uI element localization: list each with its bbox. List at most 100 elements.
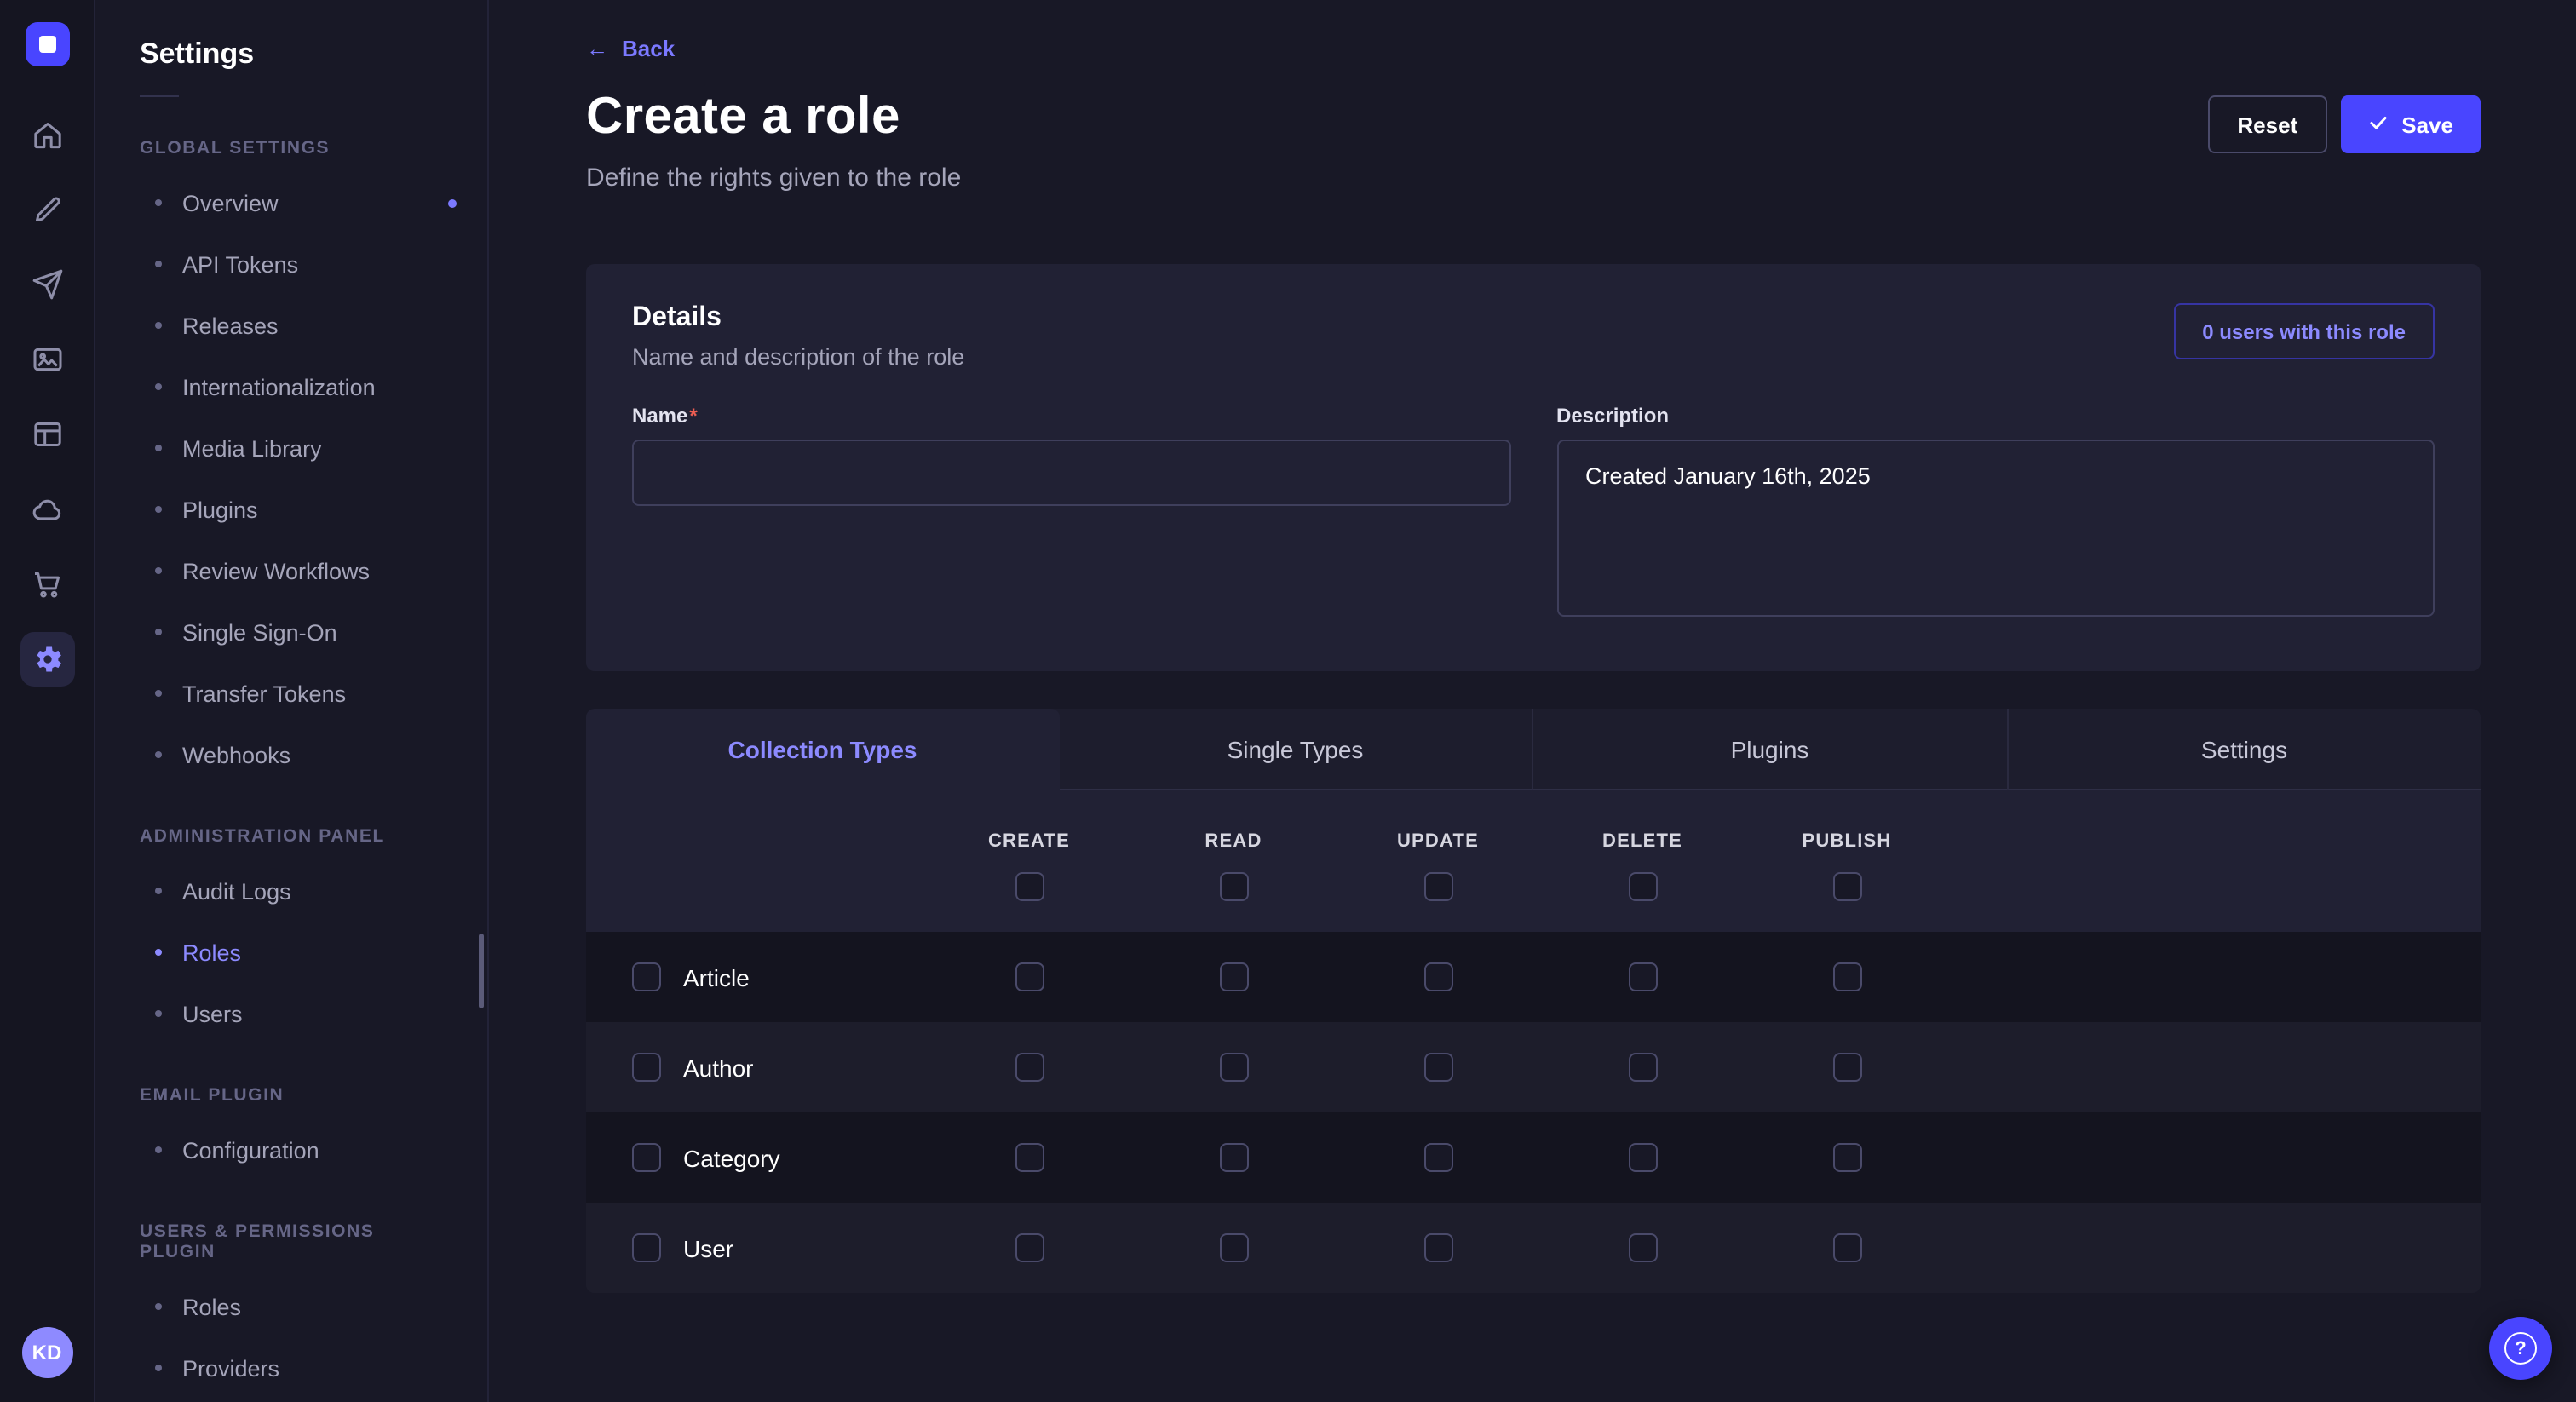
permission-checkbox[interactable] (1628, 962, 1657, 991)
permission-checkbox[interactable] (1219, 962, 1248, 991)
permission-checkbox[interactable] (1832, 1233, 1861, 1262)
bullet-icon (155, 1365, 162, 1371)
sidebar-item-api-tokens[interactable]: API Tokens (95, 233, 487, 295)
deploy-nav-button[interactable] (20, 257, 74, 312)
column-select-checkbox[interactable] (1832, 872, 1861, 901)
sidebar-item-review-workflows[interactable]: Review Workflows (95, 540, 487, 601)
sidebar-item-roles[interactable]: Roles (95, 922, 487, 983)
media-library-nav-button[interactable] (20, 332, 74, 387)
cell-publish (1745, 962, 1949, 991)
sidebar-item-audit-logs[interactable]: Audit Logs (95, 860, 487, 922)
description-field[interactable]: Created January 16th, 2025 (1556, 440, 2435, 617)
permission-checkbox[interactable] (1219, 1053, 1248, 1082)
bullet-icon (155, 949, 162, 956)
row-label: User (683, 1234, 733, 1261)
tab-single-types[interactable]: Single Types (1059, 709, 1532, 790)
column-label: Delete (1602, 831, 1682, 852)
row-label: Category (683, 1144, 780, 1171)
permission-checkbox[interactable] (1015, 1143, 1044, 1172)
details-form: Name* Description Created January 16th, … (632, 404, 2435, 625)
save-label: Save (2401, 112, 2453, 137)
sidebar-item-webhooks[interactable]: Webhooks (95, 724, 487, 785)
reset-button[interactable]: Reset (2208, 95, 2326, 153)
sidebar-item-transfer-tokens[interactable]: Transfer Tokens (95, 663, 487, 724)
permission-checkbox[interactable] (1423, 1053, 1452, 1082)
row-select-checkbox[interactable] (632, 962, 661, 991)
save-button[interactable]: Save (2340, 95, 2481, 153)
permission-checkbox[interactable] (1219, 1143, 1248, 1172)
column-label: Create (988, 831, 1070, 852)
help-button[interactable]: ? (2489, 1317, 2552, 1380)
users-with-role-button[interactable]: 0 users with this role (2173, 303, 2435, 359)
subnav-scrollbar-thumb[interactable] (479, 934, 484, 1008)
name-field[interactable] (632, 440, 1510, 506)
row-select-checkbox[interactable] (632, 1053, 661, 1082)
tab-plugins[interactable]: Plugins (1532, 709, 2006, 790)
tab-collection-types[interactable]: Collection Types (586, 709, 1059, 790)
sidebar-item-media-library[interactable]: Media Library (95, 417, 487, 479)
cart-icon (30, 567, 64, 601)
sidebar-item-internationalization[interactable]: Internationalization (95, 356, 487, 417)
permission-checkbox[interactable] (1628, 1053, 1657, 1082)
sidebar-item-configuration[interactable]: Configuration (95, 1119, 487, 1181)
marketplace-nav-button[interactable] (20, 557, 74, 612)
back-link[interactable]: ← Back (586, 36, 675, 61)
description-field-group: Description Created January 16th, 2025 (1556, 404, 2435, 625)
permission-checkbox[interactable] (1832, 1143, 1861, 1172)
cell-publish (1745, 1143, 1949, 1172)
main-nav-rail: KD (0, 0, 95, 1402)
sidebar-item-overview[interactable]: Overview (95, 172, 487, 233)
sidebar-item-providers[interactable]: Providers (95, 1337, 487, 1399)
column-select-checkbox[interactable] (1423, 872, 1452, 901)
column-select-checkbox[interactable] (1628, 872, 1657, 901)
sidebar-item-releases[interactable]: Releases (95, 295, 487, 356)
name-field-group: Name* (632, 404, 1510, 506)
row-select-checkbox[interactable] (632, 1233, 661, 1262)
settings-nav-button[interactable] (20, 632, 74, 687)
content-manager-nav-button[interactable] (20, 407, 74, 462)
permission-checkbox[interactable] (1423, 1143, 1452, 1172)
table-row-user: User (586, 1203, 2481, 1293)
permission-checkbox[interactable] (1832, 962, 1861, 991)
content-type-builder-nav-button[interactable] (20, 182, 74, 237)
home-nav-button[interactable] (20, 107, 74, 162)
strapi-logo[interactable] (25, 22, 69, 66)
nav-section-email-plugin: EMAIL PLUGIN Configuration (95, 1085, 487, 1181)
sidebar-item-label: Configuration (182, 1137, 319, 1163)
sidebar-item-plugins[interactable]: Plugins (95, 479, 487, 540)
check-icon (2367, 112, 2388, 137)
permission-checkbox[interactable] (1219, 1233, 1248, 1262)
permission-checkbox[interactable] (1015, 1053, 1044, 1082)
permission-checkbox[interactable] (1015, 1233, 1044, 1262)
details-title: Details (632, 303, 964, 334)
row-name-cell: User (586, 1233, 927, 1262)
bullet-icon (155, 199, 162, 206)
cloud-nav-button[interactable] (20, 482, 74, 537)
bullet-icon (155, 1303, 162, 1310)
permissions-table-header: Create Read Update Delete (586, 790, 2481, 932)
permission-checkbox[interactable] (1628, 1233, 1657, 1262)
permission-checkbox[interactable] (1423, 962, 1452, 991)
sidebar-item-users[interactable]: Users (95, 983, 487, 1044)
sidebar-item-single-sign-on[interactable]: Single Sign-On (95, 601, 487, 663)
sidebar-item-up-roles[interactable]: Roles (95, 1276, 487, 1337)
column-select-checkbox[interactable] (1219, 872, 1248, 901)
permission-checkbox[interactable] (1832, 1053, 1861, 1082)
permission-checkbox[interactable] (1015, 962, 1044, 991)
avatar[interactable]: KD (21, 1327, 72, 1378)
bullet-icon (155, 322, 162, 329)
table-row-category: Category (586, 1112, 2481, 1203)
help-icon: ? (2504, 1332, 2537, 1365)
bullet-icon (155, 261, 162, 267)
bullet-icon (155, 445, 162, 451)
permissions-card: Collection Types Single Types Plugins Se… (586, 709, 2481, 1293)
row-name-cell: Article (586, 962, 927, 991)
column-select-checkbox[interactable] (1015, 872, 1044, 901)
permission-checkbox[interactable] (1628, 1143, 1657, 1172)
tab-settings[interactable]: Settings (2006, 709, 2481, 790)
sidebar-item-label: Review Workflows (182, 558, 370, 583)
permission-checkbox[interactable] (1423, 1233, 1452, 1262)
media-library-icon (30, 342, 64, 376)
sidebar-item-label: Overview (182, 190, 279, 215)
row-select-checkbox[interactable] (632, 1143, 661, 1172)
